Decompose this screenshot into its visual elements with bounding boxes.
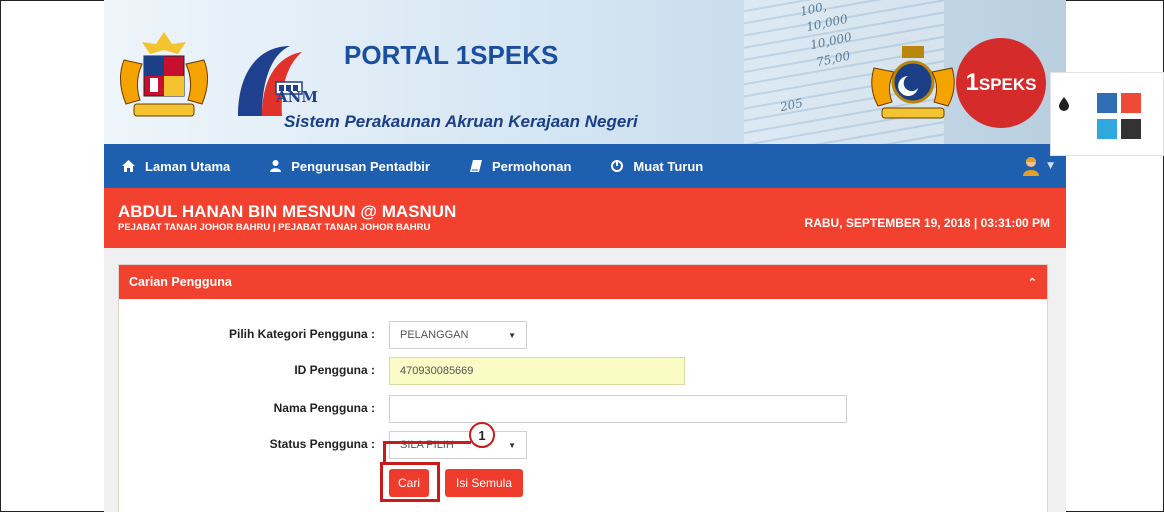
johor-coat-of-arms-icon bbox=[871, 46, 955, 119]
theme-swatch-red[interactable] bbox=[1121, 93, 1141, 113]
nav-pengurusan-pentadbir[interactable]: Pengurusan Pentadbir bbox=[270, 159, 430, 174]
panel-header[interactable]: Carian Pengguna ⌃ bbox=[119, 265, 1047, 299]
user-menu[interactable]: ▼ bbox=[1023, 156, 1054, 176]
form-row-status: Status Pengguna : SILA PILIH ▼ bbox=[119, 431, 1049, 459]
home-icon bbox=[122, 160, 135, 172]
panel-title: Carian Pengguna bbox=[129, 275, 232, 289]
color-drop-icon[interactable] bbox=[1059, 97, 1069, 111]
anm-logo-icon bbox=[238, 46, 303, 116]
status-select[interactable]: SILA PILIH ▼ bbox=[389, 431, 527, 459]
dropdown-arrow-icon: ▼ bbox=[508, 330, 516, 340]
callout-connector bbox=[383, 441, 386, 465]
main-navbar: Laman Utama Pengurusan Pentadbir Permoho… bbox=[104, 144, 1066, 188]
brand-suffix: SPEKS bbox=[978, 75, 1037, 94]
theme-switcher-widget bbox=[1050, 72, 1164, 156]
form-buttons: Cari Isi Semula bbox=[119, 469, 1049, 497]
avatar-icon bbox=[1023, 157, 1040, 176]
id-label: ID Pengguna : bbox=[294, 363, 375, 377]
form-row-id: ID Pengguna : 470930085669 bbox=[119, 357, 1049, 385]
nama-pengguna-input[interactable] bbox=[389, 395, 847, 423]
user-icon bbox=[270, 160, 282, 172]
kategori-select[interactable]: PELANGGAN ▼ bbox=[389, 321, 527, 349]
sheet-number: 75,00 bbox=[814, 48, 852, 70]
portal-title: PORTAL 1SPEKS bbox=[344, 40, 559, 70]
sheet-number: 205 bbox=[778, 95, 805, 115]
isi-semula-button[interactable]: Isi Semula bbox=[445, 469, 523, 497]
nav-label: Permohonan bbox=[491, 158, 572, 174]
book-icon bbox=[469, 160, 482, 172]
form-row-nama: Nama Pengguna : bbox=[119, 395, 1049, 423]
chevron-up-icon[interactable]: ⌃ bbox=[1028, 276, 1037, 289]
header-banner: 100, 10,000 10,000 75,00 205 ANM PORTAL … bbox=[104, 0, 1066, 144]
1speks-logo: 1SPEKS bbox=[956, 38, 1046, 128]
portal-subtitle: Sistem Perakaunan Akruan Kerajaan Negeri bbox=[284, 112, 638, 131]
dropdown-arrow-icon: ▼ bbox=[508, 440, 516, 450]
nav-permohonan[interactable]: Permohonan bbox=[469, 158, 572, 174]
anm-label: ANM bbox=[276, 88, 318, 106]
brand-prefix: 1 bbox=[965, 69, 979, 96]
user-name: ABDUL HANAN BIN MESNUN @ MASNUN bbox=[118, 202, 457, 221]
id-pengguna-input[interactable]: 470930085669 bbox=[389, 357, 685, 385]
nav-label: Muat Turun bbox=[633, 158, 704, 174]
kategori-value: PELANGGAN bbox=[400, 329, 469, 341]
callout-number-badge: 1 bbox=[469, 422, 495, 448]
theme-swatch-blue[interactable] bbox=[1097, 93, 1117, 113]
user-office: PEJABAT TANAH JOHOR BAHRU | PEJABAT TANA… bbox=[118, 222, 431, 233]
theme-swatch-lightblue[interactable] bbox=[1097, 119, 1117, 139]
current-datetime: RABU, SEPTEMBER 19, 2018 | 03:31:00 PM bbox=[804, 216, 1050, 230]
malaysia-coat-of-arms-icon bbox=[120, 32, 208, 117]
carian-pengguna-panel: Carian Pengguna ⌃ Pilih Kategori Penggun… bbox=[118, 264, 1048, 512]
theme-swatch-dark[interactable] bbox=[1121, 119, 1141, 139]
portal-page: 100, 10,000 10,000 75,00 205 ANM PORTAL … bbox=[104, 0, 1066, 512]
status-label: Status Pengguna : bbox=[269, 437, 375, 451]
nama-label: Nama Pengguna : bbox=[273, 401, 375, 415]
id-value: 470930085669 bbox=[400, 365, 474, 377]
nav-laman-utama[interactable]: Laman Utama bbox=[122, 159, 230, 174]
user-info-bar: ABDUL HANAN BIN MESNUN @ MASNUN PEJABAT … bbox=[104, 188, 1066, 248]
nav-muat-turun[interactable]: Muat Turun bbox=[611, 159, 703, 174]
nav-label: Laman Utama bbox=[145, 158, 231, 174]
power-icon bbox=[611, 160, 624, 172]
chevron-down-icon: ▼ bbox=[1047, 161, 1054, 171]
highlight-box bbox=[380, 462, 440, 502]
kategori-label: Pilih Kategori Pengguna : bbox=[228, 327, 375, 341]
nav-label: Pengurusan Pentadbir bbox=[291, 158, 430, 174]
form-row-kategori: Pilih Kategori Pengguna : PELANGGAN ▼ bbox=[119, 321, 1049, 349]
callout-connector bbox=[383, 441, 471, 444]
